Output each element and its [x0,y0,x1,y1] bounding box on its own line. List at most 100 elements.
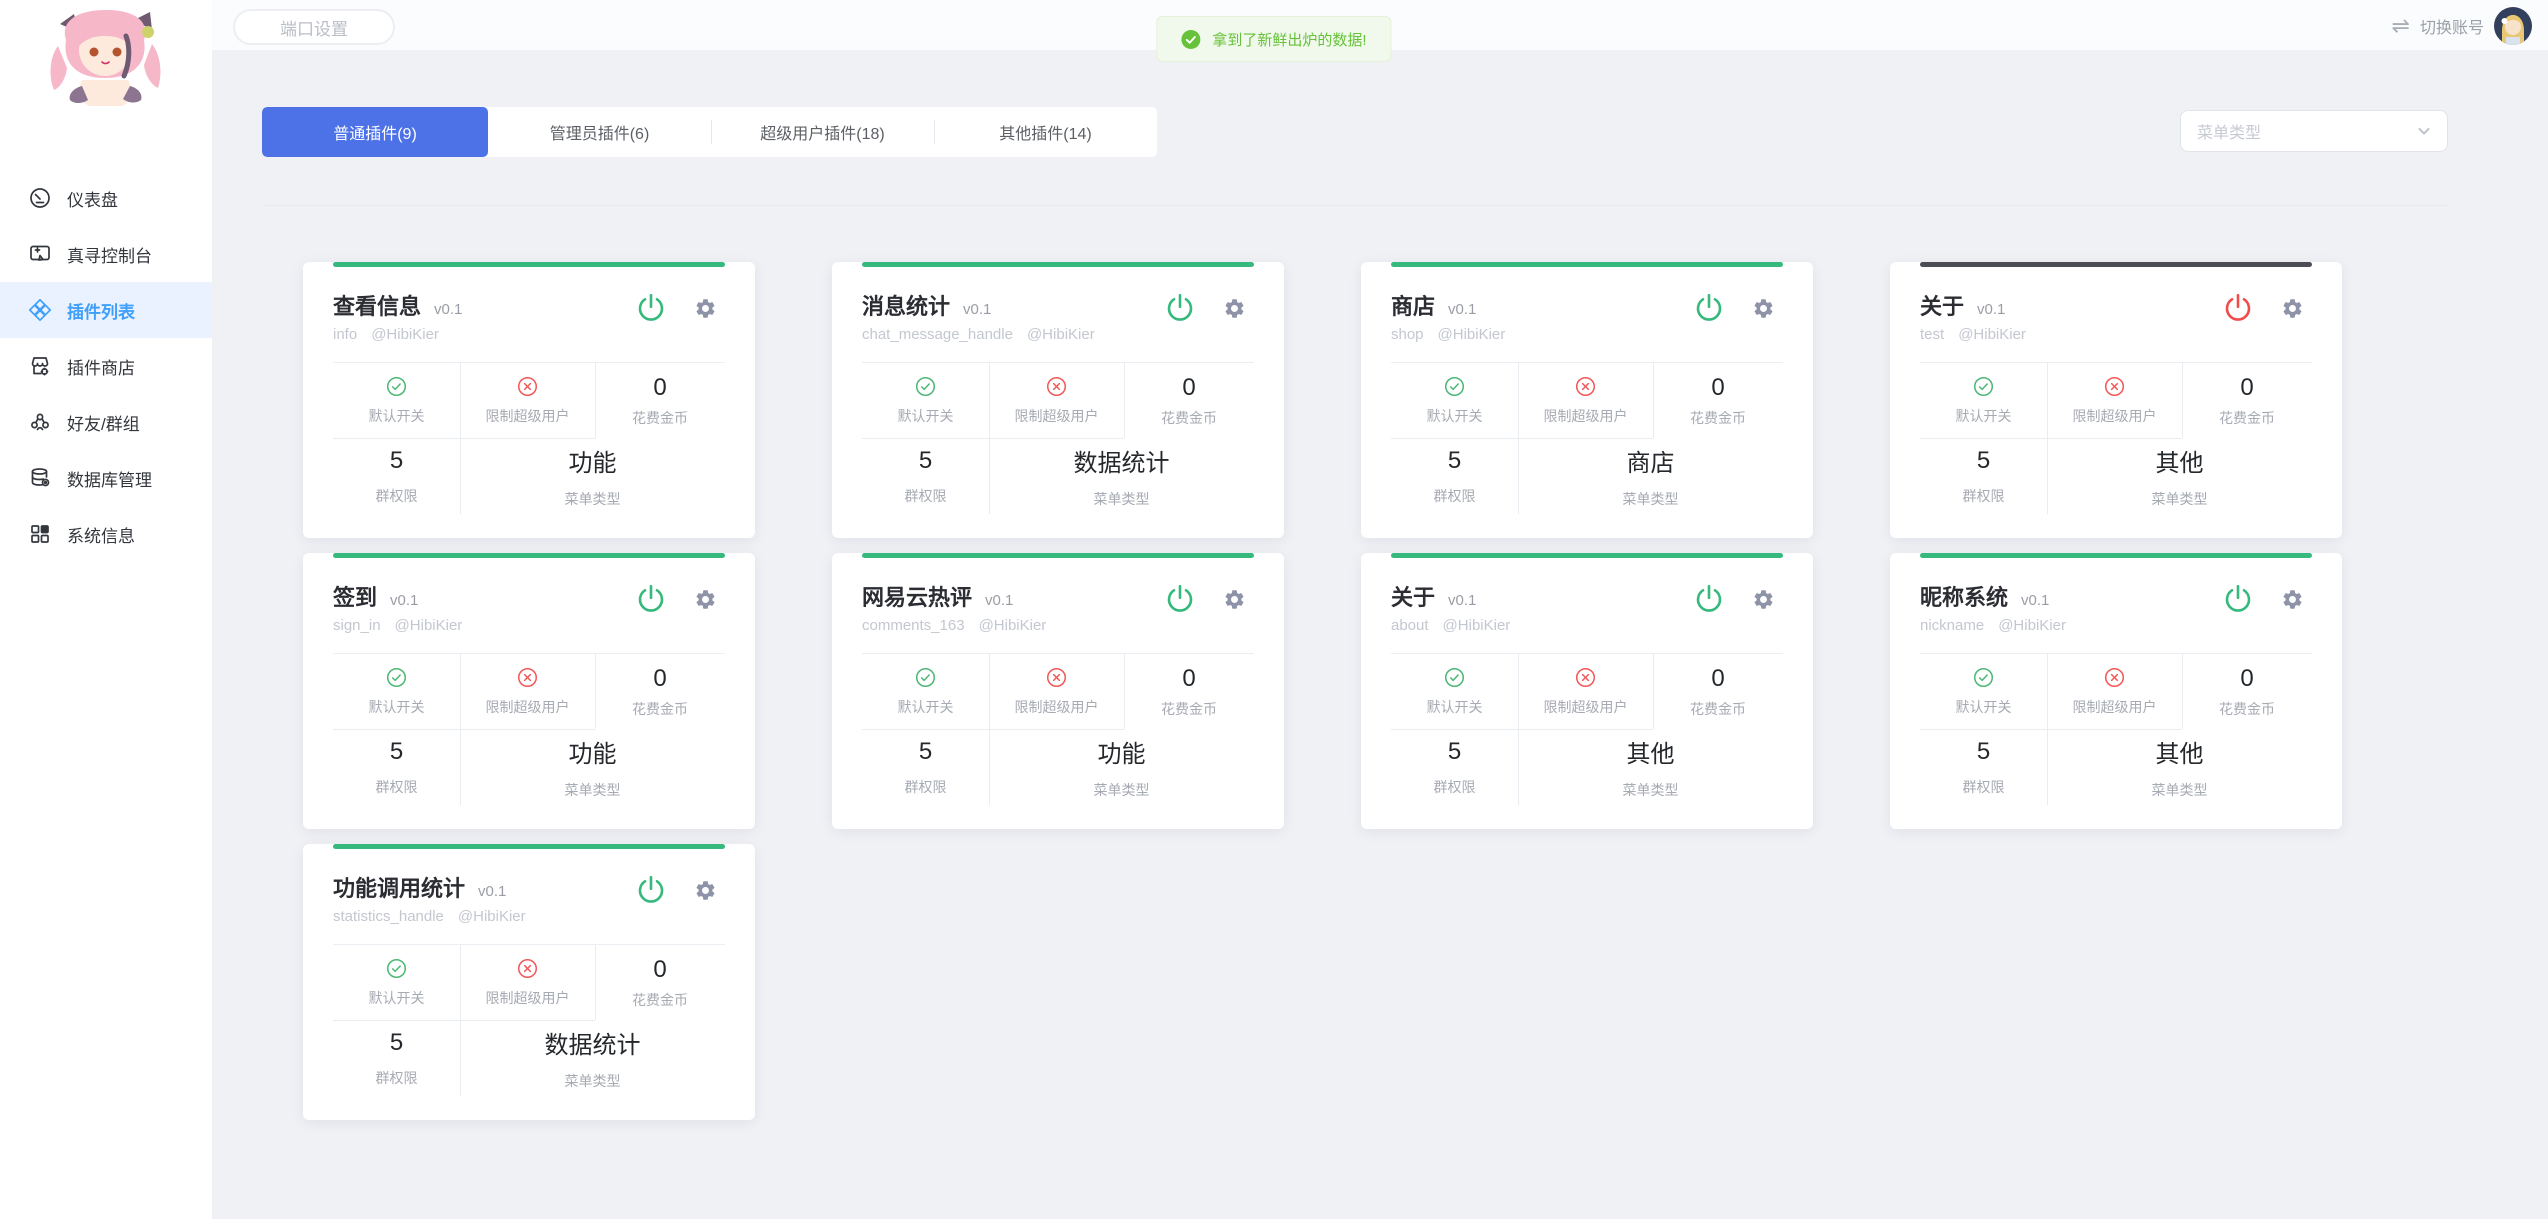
power-icon [1692,582,1726,616]
power-toggle-button[interactable] [634,873,668,910]
port-settings-label: 端口设置 [280,15,348,40]
plugin-stats: 默认开关 限制超级用户 0 花费金币 5 群权限 数据统计 [862,362,1254,514]
plugin-title: 消息统计 [862,289,950,321]
stat-group-permission: 5 群权限 [1920,729,2047,805]
check-circle-icon [1973,667,1994,688]
check-circle-icon [386,667,407,688]
gear-icon [1752,588,1775,611]
card-accent-bar [1391,262,1783,267]
x-circle-icon [1046,667,1067,688]
settings-button[interactable] [2281,297,2304,323]
switch-account-button[interactable]: ⇌ 切换账号 [2392,6,2532,46]
plugin-title: 关于 [1391,580,1435,612]
settings-button[interactable] [1223,297,1246,323]
plugin-module: nickname [1920,617,1984,634]
sidebar-item-dashboard[interactable]: 仪表盘 [0,170,212,226]
power-toggle-button[interactable] [2221,582,2255,619]
check-circle-icon [915,667,936,688]
power-icon [2221,291,2255,325]
sidebar-item-plugin-store[interactable]: 插件商店 [0,338,212,394]
settings-button[interactable] [1752,588,1775,614]
plugin-title: 功能调用统计 [333,871,465,903]
power-toggle-button[interactable] [2221,291,2255,328]
store-icon [28,354,52,378]
sidebar-item-friends-groups[interactable]: 好友/群组 [0,394,212,450]
card-accent-bar [1920,262,2312,267]
plugin-title: 网易云热评 [862,580,972,612]
settings-button[interactable] [694,588,717,614]
stat-menu-type: 其他 菜单类型 [2047,438,2312,514]
stat-menu-type: 数据统计 菜单类型 [989,438,1254,514]
sidebar-item-console[interactable]: 真寻控制台 [0,226,212,282]
plugin-module: test [1920,326,1944,343]
stat-default-switch: 默认开关 [1391,654,1518,729]
settings-button[interactable] [1752,297,1775,323]
power-icon [2221,582,2255,616]
power-icon [1692,291,1726,325]
stat-cost-gold: 0 花费金币 [595,945,725,1020]
settings-button[interactable] [2281,588,2304,614]
stat-cost-gold: 0 花费金币 [1124,363,1254,438]
chevron-down-icon [2417,124,2431,138]
tab-normal-plugins[interactable]: 普通插件(9) [262,107,488,157]
power-toggle-button[interactable] [1163,291,1197,328]
plugin-title: 签到 [333,580,377,612]
port-settings-button[interactable]: 端口设置 [233,9,395,45]
settings-button[interactable] [694,879,717,905]
stat-menu-type: 其他 菜单类型 [1518,729,1783,805]
plugin-stats: 默认开关 限制超级用户 0 花费金币 5 群权限 其他 [1920,653,2312,805]
avatar[interactable] [2494,7,2532,45]
power-toggle-button[interactable] [1692,291,1726,328]
x-circle-icon [517,376,538,397]
power-toggle-button[interactable] [634,291,668,328]
gear-icon [1223,297,1246,320]
stat-limit-superuser: 限制超级用户 [1518,654,1653,729]
stat-cost-gold: 0 花费金币 [1653,654,1783,729]
stat-limit-superuser: 限制超级用户 [460,363,595,438]
plugin-stats: 默认开关 限制超级用户 0 花费金币 5 群权限 商店 [1391,362,1783,514]
sidebar-item-plugin-list[interactable]: 插件列表 [0,282,212,338]
plugin-card: 关于 v0.1 about@HibiKier [1361,553,1813,829]
mascot-image [30,6,182,110]
gear-icon [2281,297,2304,320]
tab-admin-plugins[interactable]: 管理员插件(6) [488,107,711,157]
stat-cost-gold: 0 花费金币 [1653,363,1783,438]
stat-menu-type: 商店 菜单类型 [1518,438,1783,514]
x-circle-icon [517,667,538,688]
success-icon [1181,30,1200,49]
stat-limit-superuser: 限制超级用户 [989,363,1124,438]
settings-button[interactable] [1223,588,1246,614]
section-divider [265,205,2448,206]
stat-cost-gold: 0 花费金币 [2182,363,2312,438]
plugin-title: 关于 [1920,289,1964,321]
plugin-version: v0.1 [390,592,418,609]
power-toggle-button[interactable] [634,582,668,619]
x-circle-icon [1575,667,1596,688]
friends-icon [28,410,52,434]
stat-cost-gold: 0 花费金币 [595,654,725,729]
x-circle-icon [1575,376,1596,397]
plugin-author: @HibiKier [371,326,439,343]
power-toggle-button[interactable] [1163,582,1197,619]
settings-button[interactable] [694,297,717,323]
sidebar: 仪表盘 真寻控制台 插件列表 插件商店 [0,0,212,1219]
gear-icon [694,297,717,320]
power-toggle-button[interactable] [1692,582,1726,619]
sidebar-item-database[interactable]: 数据库管理 [0,450,212,506]
x-circle-icon [1046,376,1067,397]
stat-limit-superuser: 限制超级用户 [989,654,1124,729]
tab-superuser-plugins[interactable]: 超级用户插件(18) [711,107,934,157]
gear-icon [1752,297,1775,320]
plugin-card: 网易云热评 v0.1 comments_163@HibiKier [832,553,1284,829]
sidebar-item-system-info[interactable]: 系统信息 [0,506,212,562]
plugin-module: about [1391,617,1429,634]
plugin-author: @HibiKier [1998,617,2066,634]
plugin-author: @HibiKier [1438,326,1506,343]
plugin-version: v0.1 [434,301,462,318]
menu-type-select[interactable]: 菜单类型 [2180,110,2448,152]
stat-group-permission: 5 群权限 [333,729,460,805]
check-circle-icon [386,958,407,979]
check-circle-icon [915,376,936,397]
tab-other-plugins[interactable]: 其他插件(14) [934,107,1157,157]
plugin-stats: 默认开关 限制超级用户 0 花费金币 5 群权限 功能 [862,653,1254,805]
